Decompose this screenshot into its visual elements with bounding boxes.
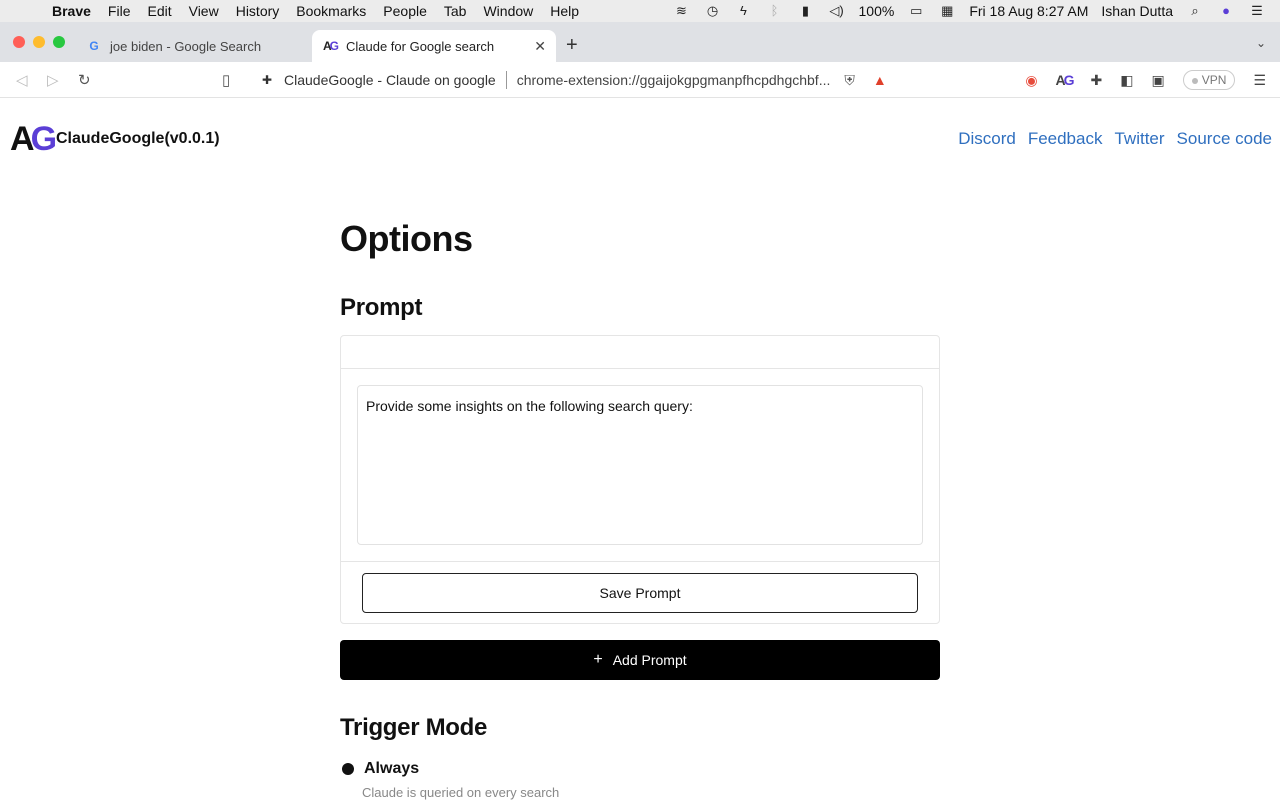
menu-file[interactable]: File <box>108 3 131 19</box>
menu-hamburger-icon[interactable]: ☰ <box>1253 72 1266 89</box>
new-tab-plus-icon[interactable]: + <box>566 34 578 57</box>
battery-meter-icon[interactable]: ▮ <box>797 4 815 18</box>
link-feedback[interactable]: Feedback <box>1028 129 1103 149</box>
control-center-icon[interactable]: ☰ <box>1248 4 1266 18</box>
brand: AG ClaudeGoogle(v0.0.1) <box>10 122 220 156</box>
bookmark-icon[interactable]: ▯ <box>222 71 230 89</box>
trigger-option-always[interactable]: Always <box>342 760 419 778</box>
tab-claude-google[interactable]: AG Claude for Google search ✕ <box>312 30 556 62</box>
bolt-icon[interactable]: ϟ <box>735 4 753 18</box>
brave-rewards-icon[interactable]: ▲ <box>873 72 887 88</box>
page-title: Options <box>340 218 473 259</box>
tab-strip: G joe biden - Google Search AG Claude fo… <box>0 22 1280 62</box>
menu-history[interactable]: History <box>236 3 280 19</box>
wallet-icon[interactable]: ▣ <box>1152 72 1165 89</box>
prompt-heading: Prompt <box>340 294 423 321</box>
address-bar[interactable]: ✚ ClaudeGoogle - Claude on google chrome… <box>252 66 936 94</box>
prompt-card: Provide some insights on the following s… <box>340 335 940 624</box>
extensions-puzzle-icon[interactable]: ✚ <box>1091 72 1103 89</box>
radio-selected[interactable] <box>342 763 354 775</box>
vpn-status-dot <box>1191 77 1198 84</box>
tab-title: joe biden - Google Search <box>110 38 262 54</box>
save-prompt-button[interactable]: Save Prompt <box>362 573 918 613</box>
ag-logo-icon: AG <box>322 39 339 53</box>
prompt-card-header <box>341 336 939 369</box>
card-divider <box>341 561 939 562</box>
datetime[interactable]: Fri 18 Aug 8:27 AM <box>969 3 1088 19</box>
wifi-icon[interactable]: ≋ <box>673 4 691 18</box>
header-links: Discord Feedback Twitter Source code <box>958 129 1272 149</box>
battery-percent: 100% <box>858 3 895 19</box>
add-prompt-label: Add Prompt <box>612 652 687 668</box>
browser-toolbar: ◁ ▷ ↻ ▯ ✚ ClaudeGoogle - Claude on googl… <box>0 62 1280 98</box>
macos-menubar: Brave File Edit View History Bookmarks P… <box>0 0 1280 22</box>
site-name: ClaudeGoogle - Claude on google <box>284 72 496 88</box>
link-twitter[interactable]: Twitter <box>1114 129 1164 149</box>
prompt-textarea[interactable]: Provide some insights on the following s… <box>357 385 923 545</box>
ag-extension-icon[interactable]: AG <box>1056 72 1075 88</box>
reload-icon[interactable]: ↻ <box>78 71 91 89</box>
brand-name: ClaudeGoogle(v0.0.1) <box>56 130 220 147</box>
time-machine-icon[interactable]: ◷ <box>704 4 722 18</box>
options-page: AG ClaudeGoogle(v0.0.1) Discord Feedback… <box>0 98 1280 800</box>
link-discord[interactable]: Discord <box>958 129 1016 149</box>
menu-bookmarks[interactable]: Bookmarks <box>296 3 366 19</box>
window-zoom-button[interactable] <box>53 36 65 48</box>
menu-edit[interactable]: Edit <box>147 3 171 19</box>
trigger-option-description: Claude is queried on every search <box>362 785 560 800</box>
ag-logo: AG <box>10 120 57 158</box>
user-name[interactable]: Ishan Dutta <box>1101 3 1173 19</box>
link-source-code[interactable]: Source code <box>1177 129 1272 149</box>
omnibox-divider <box>505 71 507 89</box>
siri-icon[interactable]: ● <box>1217 4 1235 18</box>
options-content: Options Prompt Provide some insights on … <box>340 218 940 800</box>
menu-people[interactable]: People <box>383 3 427 19</box>
menu-help[interactable]: Help <box>550 3 579 19</box>
menu-window[interactable]: Window <box>483 3 533 19</box>
menu-app-name[interactable]: Brave <box>52 3 91 19</box>
forward-arrow-icon[interactable]: ▷ <box>47 71 59 89</box>
battery-icon[interactable]: ▭ <box>907 4 925 18</box>
spotlight-search-icon[interactable]: ⌕ <box>1186 4 1204 18</box>
menu-tab[interactable]: Tab <box>444 3 467 19</box>
tab-title: Claude for Google search <box>346 38 495 54</box>
tab-google-search[interactable]: G joe biden - Google Search <box>80 30 310 62</box>
window-minimize-button[interactable] <box>33 36 45 48</box>
trigger-option-label: Always <box>364 760 420 777</box>
extension-toggle-icon[interactable]: ◉ <box>1025 72 1037 89</box>
google-icon: G <box>89 39 99 53</box>
vpn-label: VPN <box>1201 73 1227 87</box>
puzzle-icon: ✚ <box>262 73 273 87</box>
plus-icon: + <box>593 651 603 668</box>
back-arrow-icon[interactable]: ◁ <box>16 71 28 89</box>
volume-icon[interactable]: ◁) <box>828 4 846 18</box>
url-text[interactable]: chrome-extension://ggaijokgpgmanpfhcpdhg… <box>517 72 831 88</box>
sidebar-icon[interactable]: ◧ <box>1120 72 1133 89</box>
vpn-button[interactable]: VPN <box>1182 70 1236 90</box>
tab-search-chevron-icon[interactable]: ⌄ <box>1256 36 1266 50</box>
keyboard-icon[interactable]: ▦ <box>938 4 956 18</box>
add-prompt-button[interactable]: + Add Prompt <box>340 640 940 680</box>
bluetooth-icon[interactable]: ᛒ <box>766 4 784 18</box>
menu-view[interactable]: View <box>189 3 219 19</box>
window-close-button[interactable] <box>13 36 25 48</box>
trigger-mode-heading: Trigger Mode <box>340 714 488 741</box>
brave-shield-icon[interactable]: ⛨ <box>844 72 855 89</box>
close-tab-icon[interactable]: ✕ <box>534 38 546 55</box>
